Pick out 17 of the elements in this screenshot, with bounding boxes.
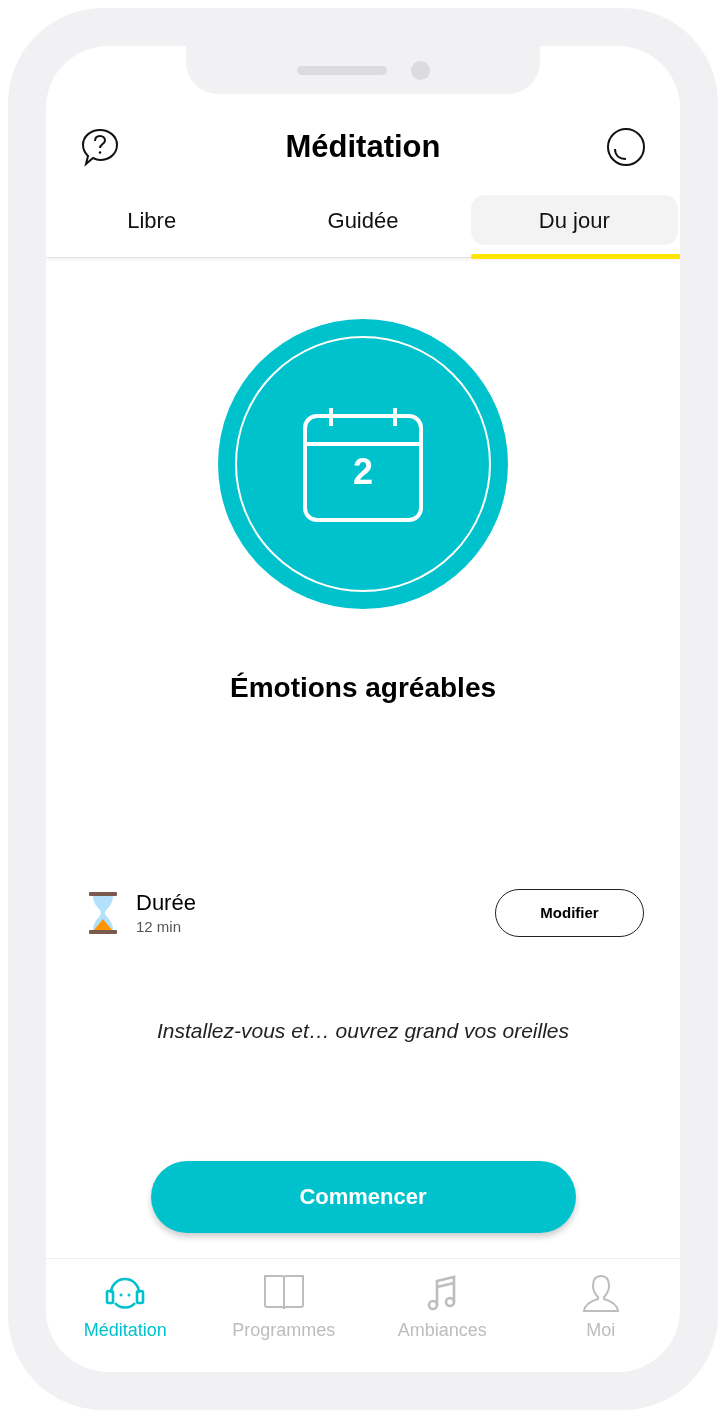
nav-item[interactable]: Moi: [521, 1273, 680, 1344]
calendar-day: 2: [303, 452, 423, 492]
tab[interactable]: Guidée: [259, 195, 467, 245]
page-title: Méditation: [285, 127, 441, 166]
session-title: Émotions agréables: [228, 671, 498, 705]
nav-item[interactable]: Ambiances: [363, 1273, 522, 1344]
hourglass-icon: [88, 891, 118, 935]
duration-value: 12 min: [136, 917, 183, 937]
nav-item[interactable]: Méditation: [46, 1273, 205, 1344]
nav-item[interactable]: Programmes: [204, 1273, 363, 1344]
tab[interactable]: Libre: [48, 195, 256, 245]
help-icon[interactable]: [80, 127, 120, 167]
calendar-icon: [303, 406, 423, 522]
tagline: Installez-vous et… ouvrez grand vos oreilles: [156, 1018, 570, 1044]
start-button[interactable]: Commencer: [150, 1160, 576, 1233]
duration-label: Durée: [136, 889, 196, 917]
circle-icon[interactable]: [606, 127, 646, 167]
